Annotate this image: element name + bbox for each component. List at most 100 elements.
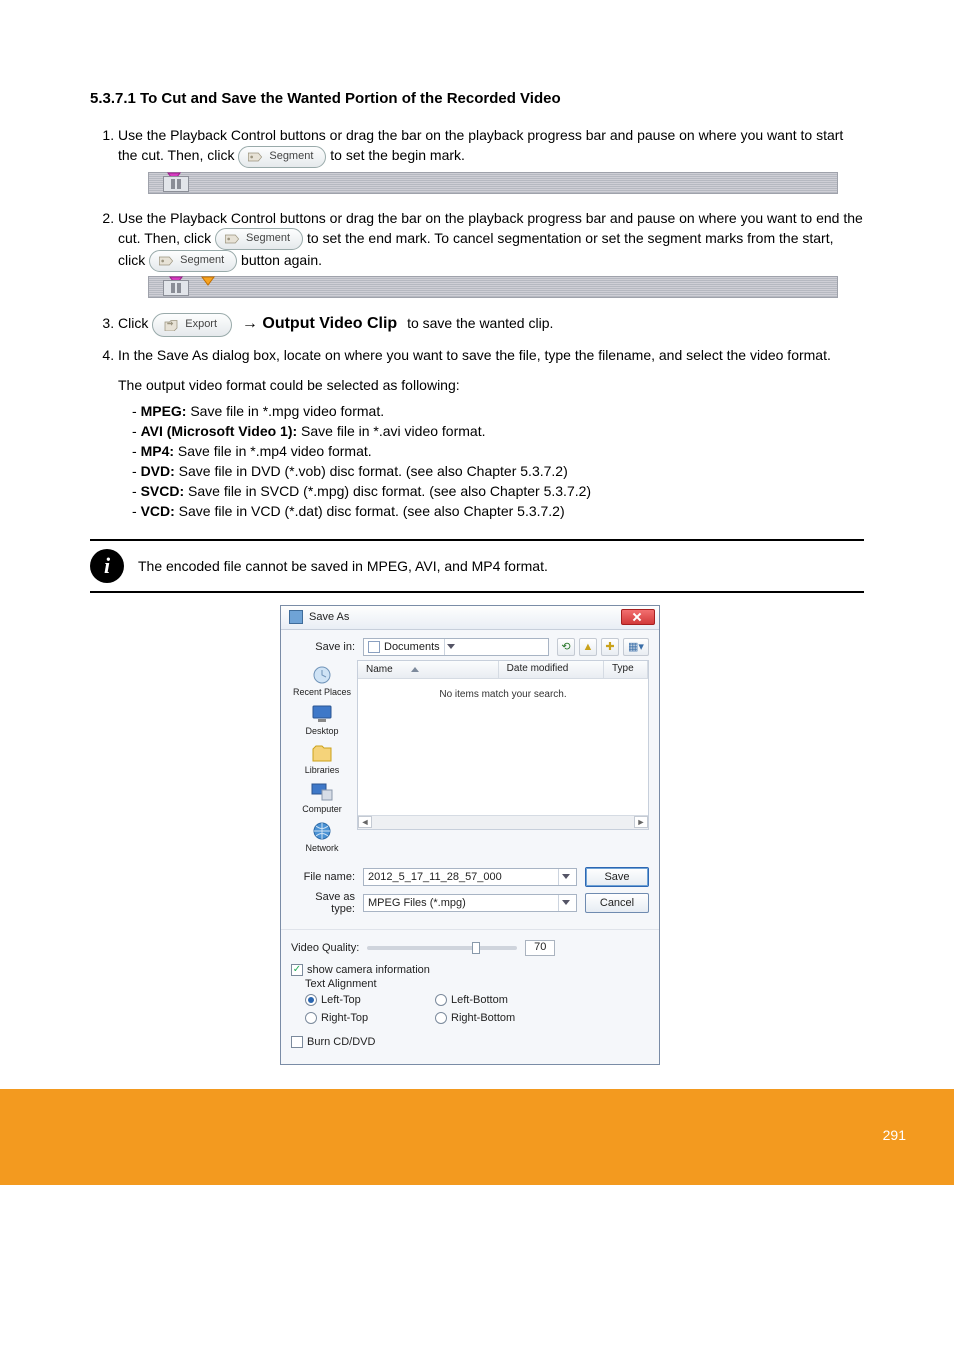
dialog-titlebar: Save As: [281, 606, 659, 630]
video-quality-slider[interactable]: [367, 946, 517, 950]
formats-list: - MPEG: Save file in *.mpg video format.…: [132, 403, 864, 519]
export-button[interactable]: Export: [152, 313, 232, 337]
up-one-level-icon[interactable]: ▲: [579, 638, 597, 656]
save-as-type-label: Save as type:: [291, 891, 355, 915]
save-in-label: Save in:: [291, 641, 355, 653]
fmt-vcd-title: VCD:: [141, 503, 175, 519]
timeline-handle-icon[interactable]: [163, 280, 189, 296]
desktop-icon: [309, 703, 335, 725]
page-footer: 291: [0, 1089, 954, 1185]
view-menu-icon[interactable]: ▦▾: [623, 638, 649, 656]
scroll-left-icon[interactable]: ◄: [358, 816, 372, 828]
info-icon: i: [90, 549, 124, 583]
chevron-down-icon[interactable]: [558, 869, 572, 885]
cancel-button[interactable]: Cancel: [585, 893, 649, 913]
file-list-empty: No items match your search.: [358, 679, 648, 700]
timeline-end[interactable]: [148, 276, 838, 298]
horizontal-scrollbar[interactable]: ◄ ►: [358, 815, 648, 829]
fmt-mp4-desc: Save file in *.mp4 video format.: [174, 443, 372, 459]
align-right-bottom-radio[interactable]: [435, 1012, 447, 1024]
save-as-dialog: Save As Save in: Documents ⟲ ▲ ✚ ▦▾: [280, 605, 660, 1065]
arrow-then: → Output Video Clip: [242, 315, 397, 332]
save-button[interactable]: Save: [585, 867, 649, 887]
align-left-top-label: Left-Top: [321, 994, 361, 1006]
place-recent[interactable]: Recent Places: [293, 664, 351, 697]
formats-intro: The output video format could be selecte…: [118, 377, 864, 393]
col-name: Name: [366, 664, 393, 675]
fmt-svcd-title: SVCD:: [141, 483, 185, 499]
segment-button[interactable]: Segment: [215, 228, 303, 250]
folder-icon: [368, 641, 380, 653]
col-type: Type: [604, 661, 648, 678]
new-folder-icon[interactable]: ✚: [601, 638, 619, 656]
video-quality-label: Video Quality:: [291, 942, 359, 954]
show-camera-info-checkbox[interactable]: [291, 964, 303, 976]
save-as-type-field[interactable]: MPEG Files (*.mpg): [363, 894, 577, 912]
text-alignment-label: Text Alignment: [305, 978, 649, 990]
align-right-top-radio[interactable]: [305, 1012, 317, 1024]
place-desktop[interactable]: Desktop: [305, 703, 338, 736]
align-left-bottom-label: Left-Bottom: [451, 994, 508, 1006]
timeline-handle-icon[interactable]: [163, 176, 189, 192]
timeline-begin[interactable]: [148, 172, 838, 194]
save-in-combo[interactable]: Documents: [363, 638, 549, 656]
show-camera-info-label: show camera information: [307, 964, 430, 976]
place-network[interactable]: Network: [305, 820, 338, 853]
col-date: Date modified: [499, 661, 604, 678]
place-recent-label: Recent Places: [293, 687, 351, 697]
step-1-text-b: to set the begin mark.: [330, 147, 465, 163]
fmt-mp4-title: MP4:: [141, 443, 174, 459]
fmt-avi-title: AVI (Microsoft Video 1):: [141, 423, 298, 439]
video-quality-value[interactable]: 70: [525, 940, 555, 956]
fmt-dvd-title: DVD:: [141, 463, 175, 479]
dialog-app-icon: [289, 610, 303, 624]
place-libraries-label: Libraries: [305, 765, 340, 775]
place-libraries[interactable]: Libraries: [305, 742, 340, 775]
scroll-right-icon[interactable]: ►: [634, 816, 648, 828]
segment-label: Segment: [246, 231, 290, 247]
place-computer[interactable]: Computer: [302, 781, 342, 814]
step-3-text-b: to save the wanted clip.: [407, 315, 553, 331]
sort-asc-icon: [411, 667, 419, 672]
segment-button[interactable]: Segment: [238, 146, 326, 168]
chevron-down-icon[interactable]: [444, 639, 458, 655]
back-icon[interactable]: ⟲: [557, 638, 575, 656]
fmt-vcd-desc: Save file in VCD (*.dat) disc format. (s…: [175, 503, 565, 519]
burn-cd-dvd-checkbox[interactable]: [291, 1036, 303, 1048]
step-1: Use the Playback Control buttons or drag…: [118, 125, 864, 194]
align-right-top-label: Right-Top: [321, 1012, 368, 1024]
libraries-icon: [309, 742, 335, 764]
computer-icon: [309, 781, 335, 803]
network-icon: [309, 820, 335, 842]
file-name-label: File name:: [291, 871, 355, 883]
step-1-text-a: Use the Playback Control buttons or drag…: [118, 127, 843, 163]
page-number: 291: [883, 1127, 906, 1143]
recent-places-icon: [309, 664, 335, 686]
end-marker-icon[interactable]: [201, 271, 215, 281]
align-left-bottom-radio[interactable]: [435, 994, 447, 1006]
step-list: Use the Playback Control buttons or drag…: [118, 125, 864, 365]
step-2-text-c: button again.: [241, 252, 322, 268]
fmt-mpeg-title: MPEG:: [141, 403, 187, 419]
segment-label: Segment: [269, 149, 313, 165]
place-network-label: Network: [305, 843, 338, 853]
export-label: Export: [185, 317, 217, 333]
step-3: Click Export → Output Video Clip to save…: [118, 312, 864, 336]
file-name-field[interactable]: 2012_5_17_11_28_57_000: [363, 868, 577, 886]
file-list-header[interactable]: Name Date modified Type: [358, 661, 648, 679]
section-heading: 5.3.7.1 To Cut and Save the Wanted Porti…: [90, 90, 864, 107]
place-desktop-label: Desktop: [305, 726, 338, 736]
step-3-text-a: Click: [118, 315, 152, 331]
chevron-down-icon[interactable]: [558, 895, 572, 911]
fmt-avi-desc: Save file in *.avi video format.: [297, 423, 485, 439]
dialog-title: Save As: [309, 611, 615, 623]
fmt-mpeg-desc: Save file in *.mpg video format.: [186, 403, 384, 419]
file-name-value: 2012_5_17_11_28_57_000: [368, 871, 502, 883]
file-list[interactable]: Name Date modified Type No items match y…: [357, 660, 649, 830]
segment-button[interactable]: Segment: [149, 250, 237, 272]
save-in-value: Documents: [384, 641, 440, 653]
place-computer-label: Computer: [302, 804, 342, 814]
align-left-top-radio[interactable]: [305, 994, 317, 1006]
slider-thumb[interactable]: [472, 942, 480, 954]
close-icon[interactable]: [621, 609, 655, 625]
